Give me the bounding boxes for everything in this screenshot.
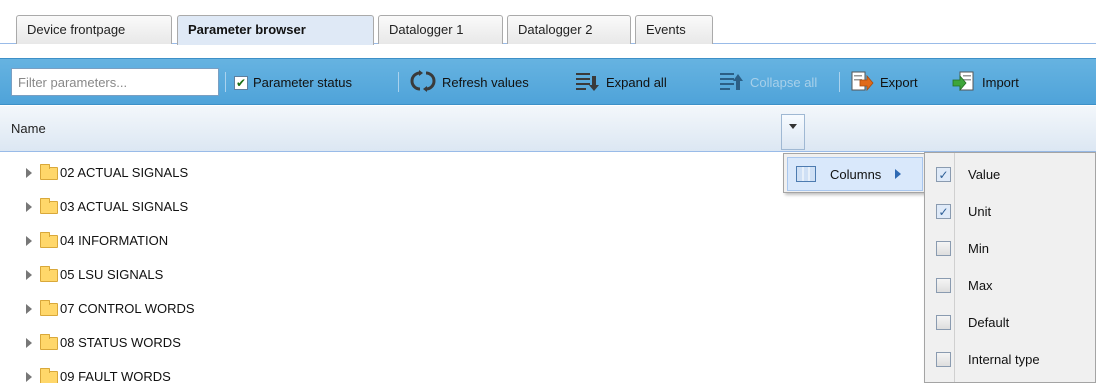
expand-arrow-icon[interactable] (26, 372, 32, 382)
expand-arrow-icon[interactable] (26, 202, 32, 212)
column-toggle-label: Default (968, 315, 1010, 330)
tab-parameter-browser[interactable]: Parameter browser (177, 15, 374, 45)
column-toggle-label: Unit (968, 204, 992, 219)
expand-arrow-icon[interactable] (26, 270, 32, 280)
folder-icon (40, 333, 58, 350)
export-label: Export (880, 75, 918, 90)
column-toggle-label: Internal type (968, 352, 1040, 367)
tab-label: Datalogger 1 (389, 22, 464, 37)
chevron-right-icon (895, 169, 902, 179)
column-toggle-label: Max (968, 278, 993, 293)
checkbox[interactable]: ✔ (234, 75, 248, 90)
parameter-status-toggle[interactable]: ✔ Parameter status (234, 59, 352, 106)
column-header-name[interactable]: Name (11, 106, 46, 152)
expand-all-icon (574, 70, 600, 95)
column-toggle-label: Value (968, 167, 1001, 182)
columns-menu-item[interactable]: Columns (787, 157, 923, 191)
expand-all-button[interactable]: Expand all (574, 59, 667, 106)
tab-bar: Device frontpage Parameter browser Datal… (0, 0, 1096, 45)
toolbar-separator (839, 72, 840, 92)
checkbox[interactable]: ✓ (936, 204, 951, 219)
toolbar-separator (398, 72, 399, 92)
tab-label: Parameter browser (188, 22, 306, 37)
checkbox[interactable] (936, 352, 951, 367)
refresh-icon (410, 70, 436, 95)
tab-events[interactable]: Events (635, 15, 713, 44)
checkbox[interactable] (936, 278, 951, 293)
toolbar-separator (225, 72, 226, 92)
tab-label: Events (646, 22, 686, 37)
import-button[interactable]: Import (952, 59, 1019, 106)
tab-device-frontpage[interactable]: Device frontpage (16, 15, 172, 44)
import-icon (952, 70, 976, 95)
tree-row-label: 03 ACTUAL SIGNALS (60, 199, 189, 214)
toolbar: ✔ Parameter status Refresh values Expand… (0, 58, 1096, 105)
import-label: Import (982, 75, 1019, 90)
tree-row-label: 04 INFORMATION (60, 233, 169, 248)
tree-row-label: 07 CONTROL WORDS (60, 301, 195, 316)
tab-datalogger-1[interactable]: Datalogger 1 (378, 15, 503, 44)
expand-arrow-icon[interactable] (26, 236, 32, 246)
collapse-all-icon (718, 70, 744, 95)
grid-header: Name (0, 106, 1096, 152)
expand-arrow-icon[interactable] (26, 338, 32, 348)
collapse-all-label: Collapse all (750, 75, 818, 90)
folder-icon (40, 367, 58, 383)
columns-submenu: ✓ Value ✓ Unit Min Max Default Internal type (924, 152, 1096, 383)
tree-row-label: 02 ACTUAL SIGNALS (60, 165, 189, 180)
folder-icon (40, 197, 58, 214)
tab-datalogger-2[interactable]: Datalogger 2 (507, 15, 631, 44)
expand-all-label: Expand all (606, 75, 667, 90)
expand-arrow-icon[interactable] (26, 304, 32, 314)
column-toggle-item[interactable]: Default (925, 304, 1096, 341)
column-toggle-item[interactable]: Max (925, 267, 1096, 304)
column-toggle-item[interactable]: ✓ Unit (925, 193, 1096, 230)
folder-icon (40, 163, 58, 180)
filter-parameters-input[interactable] (11, 68, 219, 96)
parameter-status-label: Parameter status (253, 75, 352, 90)
export-icon (850, 70, 874, 95)
tree-row-label: 09 FAULT WORDS (60, 369, 171, 383)
expand-arrow-icon[interactable] (26, 168, 32, 178)
folder-icon (40, 231, 58, 248)
tree-row-label: 08 STATUS WORDS (60, 335, 181, 350)
tree-row-label: 05 LSU SIGNALS (60, 267, 164, 282)
column-toggle-item[interactable]: Min (925, 230, 1096, 267)
collapse-all-button[interactable]: Collapse all (718, 59, 817, 106)
column-toggle-item[interactable]: ✓ Value (925, 156, 1096, 193)
tab-label: Device frontpage (27, 22, 126, 37)
folder-icon (40, 299, 58, 316)
column-toggle-label: Min (968, 241, 989, 256)
export-button[interactable]: Export (850, 59, 918, 106)
column-menu-trigger[interactable] (781, 114, 805, 150)
column-toggle-item[interactable]: Internal type (925, 341, 1096, 378)
checkbox[interactable] (936, 315, 951, 330)
column-menu: Columns (783, 153, 927, 193)
checkbox[interactable]: ✓ (936, 167, 951, 182)
folder-icon (40, 265, 58, 282)
refresh-values-button[interactable]: Refresh values (410, 59, 529, 106)
columns-icon (796, 166, 816, 182)
refresh-values-label: Refresh values (442, 75, 529, 90)
chevron-down-icon (789, 124, 797, 129)
checkbox[interactable] (936, 241, 951, 256)
tab-label: Datalogger 2 (518, 22, 593, 37)
columns-label: Columns (830, 166, 882, 182)
